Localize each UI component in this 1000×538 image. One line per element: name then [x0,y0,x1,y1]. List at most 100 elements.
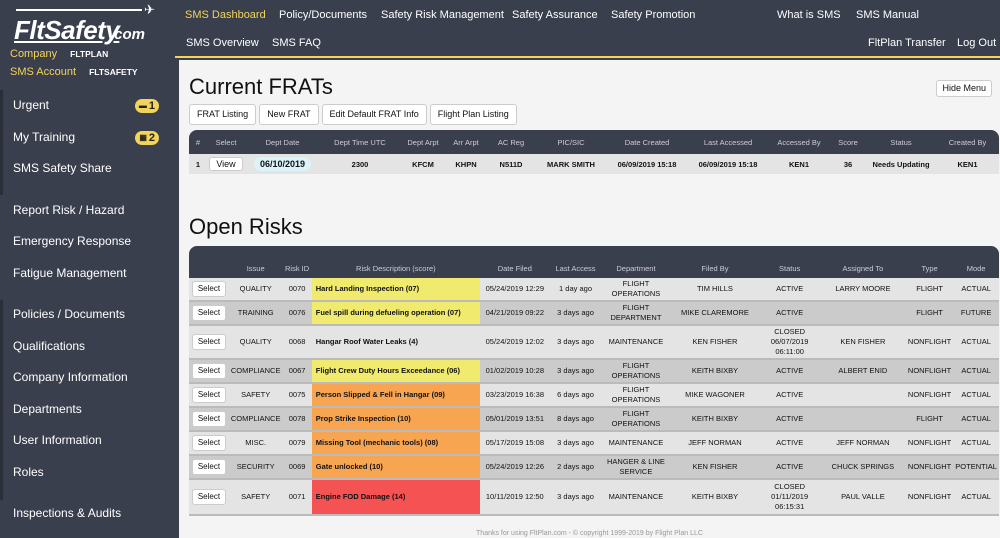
nav-safety-assurance[interactable]: Safety Assurance [512,9,598,21]
nav-safety-risk-management[interactable]: Safety Risk Management [381,9,504,21]
risk-cell-id: 0067 [288,366,306,375]
nav-safety-promotion[interactable]: Safety Promotion [611,9,695,21]
sidebar-item-sms-safety-share[interactable]: SMS Safety Share [0,153,175,185]
flight-plan-listing-button[interactable]: Flight Plan Listing [429,104,517,125]
select-risk-button[interactable]: Select [191,387,227,403]
risk-cell-issue: COMPLIANCE [230,414,281,423]
risk-cell-filed-by: MIKE WAGONER [685,390,745,399]
frat-cell-last-accessed: 06/09/2019 15:18 [698,159,758,169]
urgent-badge[interactable]: ▬ 1 [134,99,159,113]
select-risk-button[interactable]: Select [191,435,227,451]
view-frat-button[interactable]: View [209,157,243,171]
risk-cell-status: ACTIVE [776,366,804,375]
risk-cell-mode: ACTUAL [961,284,991,293]
select-risk-button[interactable]: Select [191,489,227,505]
sidebar-item-label: Departments [13,401,82,416]
risk-select-cell: Select [189,301,229,325]
risk-row: Select TRAINING 0076 Fuel spill during defu… [189,301,999,325]
risk-cell-type: FLIGHT [916,284,943,293]
risk-cell-status: ACTIVE [776,462,804,471]
risk-cell-id: 0071 [288,492,306,501]
risk-cell-last-access: 3 days ago [557,308,594,317]
frat-cell-date-created: 06/09/2019 15:18 [617,159,677,169]
sidebar-item-emergency-response[interactable]: Emergency Response [0,226,175,258]
risk-cell-filed-by: JEFF NORMAN [688,438,742,447]
risk-cell-id: 0070 [288,284,306,293]
frats-column-header: PIC/SIC [536,130,606,154]
frat-cell-dept-time: 2300 [351,159,369,169]
risk-row: Select COMPLIANCE 0078 Prop Strike Inspecti… [189,407,999,431]
edit-default-frat-info-button[interactable]: Edit Default FRAT Info [321,104,427,125]
risk-cell-type: NONFLIGHT [907,337,952,346]
risk-cell-last-access: 3 days ago [557,366,594,375]
risk-cell-assigned-to: PAUL VALLE [841,492,885,501]
inbox-icon: ▬ [138,101,147,110]
risk-cell-id: 0069 [288,462,306,471]
sidebar-item-fatigue-management[interactable]: Fatigue Management [0,258,175,290]
hide-menu-button[interactable]: Hide Menu [936,80,992,97]
nav-sms-overview[interactable]: SMS Overview [186,37,259,49]
nav-log-out[interactable]: Log Out [957,37,996,49]
company-value: FLTPLAN [70,49,109,59]
frat-cell-arr-arpt: KHPN [455,159,477,169]
risk-cell-issue: QUALITY [239,337,272,346]
sidebar-item-user-information[interactable]: User Information [0,425,175,457]
risk-row: Select COMPLIANCE 0067 Flight Crew Duty Hou… [189,359,999,383]
nav-sms-manual[interactable]: SMS Manual [856,9,919,21]
sidebar-item-urgent[interactable]: Urgent ▬ 1 [0,90,175,122]
risk-cell-issue: SAFETY [241,492,271,501]
risk-cell-issue: COMPLIANCE [230,366,281,375]
training-badge[interactable]: ▦ 2 [135,130,159,145]
sidebar-item-report-risk[interactable]: Report Risk / Hazard [0,195,175,227]
risk-row: Select SECURITY 0069 Gate unlocked (10) 05/2… [189,455,999,479]
sidebar-item-company-information[interactable]: Company Information [0,362,175,394]
select-risk-button[interactable]: Select [191,363,227,379]
fltsafety-logo[interactable]: ✈ FltSafety .com [14,2,155,45]
nav-policy-documents[interactable]: Policy/Documents [279,9,367,21]
select-risk-button[interactable]: Select [191,305,227,321]
risk-cell-department: FLIGHT DEPARTMENT [610,303,662,322]
risks-column-header: Date Filed [479,246,550,278]
select-risk-button[interactable]: Select [191,281,227,297]
sidebar-item-my-training[interactable]: My Training ▦ 2 [0,122,175,154]
select-risk-button[interactable]: Select [191,411,227,427]
sidebar-item-roles[interactable]: Roles [0,457,175,489]
select-risk-button[interactable]: Select [191,459,227,475]
company-row: Company FLTPLAN [10,48,108,60]
nav-fltplan-transfer[interactable]: FltPlan Transfer [868,37,946,49]
nav-sms-faq[interactable]: SMS FAQ [272,37,321,49]
risk-cell-last-access: 2 days ago [557,462,594,471]
risk-cell-filed-by: KEN FISHER [692,337,738,346]
frats-column-header: # [189,130,207,154]
risk-cell-status: ACTIVE [776,390,804,399]
risk-description-cell: Hangar Roof Water Leaks (4) [315,337,418,346]
risk-cell-status: ACTIVE [776,414,804,423]
sidebar-item-label: Urgent [13,98,50,112]
logo-text: FltSafety [14,15,120,45]
frat-cell-created-by: KEN1 [957,159,978,169]
calendar-icon: ▦ [139,132,147,142]
risk-description-cell: Flight Crew Duty Hours Exceedance (06) [311,359,480,383]
risk-row: Select SAFETY 0071 Engine FOD Damage (14) 10… [189,479,999,515]
risk-cell-id: 0076 [288,308,306,317]
risk-cell-date-filed: 05/24/2019 12:29 [485,284,544,293]
sidebar-item-label: Report Risk / Hazard [13,202,125,217]
risk-description-cell: Prop Strike Inspection (10) [311,407,480,431]
risks-column-header [189,246,229,278]
risk-cell-type: NONFLIGHT [907,462,952,471]
sidebar-item-departments[interactable]: Departments [0,394,175,426]
frat-cell-num: 1 [195,159,201,169]
select-risk-button[interactable]: Select [191,334,227,350]
nav-what-is-sms[interactable]: What is SMS [777,9,841,21]
frat-listing-button[interactable]: FRAT Listing [189,104,257,125]
sidebar-item-qualifications[interactable]: Qualifications [0,331,175,363]
sidebar-item-inspections-audits[interactable]: Inspections & Audits [0,498,175,530]
new-frat-button[interactable]: New FRAT [259,104,319,125]
risk-cell-id: 0075 [288,390,306,399]
risk-cell-status: CLOSED 01/11/2019 06:15:31 [771,482,809,511]
risk-cell-filed-by: KEITH BIXBY [691,366,739,375]
risk-cell-department: FLIGHT OPERATIONS [611,385,661,404]
nav-sms-dashboard[interactable]: SMS Dashboard [185,9,266,21]
top-navigation: SMS Dashboard Policy/Documents Safety Ri… [175,0,1000,58]
sidebar-item-policies-documents[interactable]: Policies / Documents [0,299,175,331]
